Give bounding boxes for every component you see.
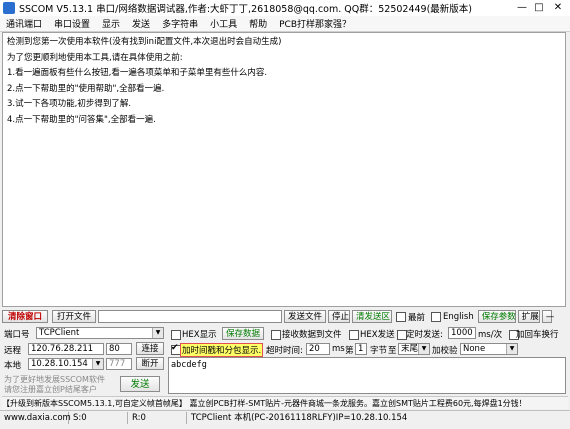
port-select-value: TCPClient bbox=[39, 328, 80, 338]
title-bar: SSCOM V5.13.1 串口/网络数据调试器,作者:大虾丁丁,2618058… bbox=[0, 0, 570, 16]
checksum-select[interactable]: None ▼ bbox=[460, 343, 518, 355]
save-params-button[interactable]: 保存参数 bbox=[477, 310, 516, 323]
timeout-unit-label: ms bbox=[332, 344, 345, 354]
menu-display[interactable]: 显示 bbox=[96, 17, 126, 30]
recv-to-file-checkbox[interactable] bbox=[271, 330, 281, 340]
clear-window-button[interactable]: 清除窗口 bbox=[2, 310, 48, 323]
save-data-button[interactable]: 保存数据 bbox=[222, 327, 264, 340]
port-label: 端口号 bbox=[4, 330, 30, 340]
remote-ip-input[interactable]: 120.76.28.211 bbox=[28, 343, 104, 355]
byte-label: 字节 bbox=[370, 346, 388, 356]
timed-interval-input[interactable]: 1000 bbox=[448, 327, 476, 339]
timed-send-label: 定时发送: bbox=[406, 330, 443, 340]
remote-port-input[interactable]: 80 bbox=[106, 343, 132, 355]
chevron-down-icon: ▼ bbox=[152, 328, 163, 338]
status-connection: TCPClient 本机(PC-20161118RLFY)IP=10.28.10… bbox=[191, 413, 408, 423]
promo-banner[interactable]: 【升级到新版本SSCOM5.13.1,可自定义帧首帧尾】 嘉立创PCB打样-SM… bbox=[2, 396, 568, 409]
menu-bar: 通讯端口 串口设置 显示 发送 多字符串 小工具 帮助 PCB打样那家强？ bbox=[0, 16, 570, 32]
local-ip-value: 10.28.10.154 bbox=[31, 359, 88, 369]
checksum-label: 加校验 bbox=[432, 346, 458, 356]
maximize-button[interactable]: □ bbox=[531, 0, 547, 16]
menu-help[interactable]: 帮助 bbox=[243, 17, 273, 30]
status-website[interactable]: www.daxia.com bbox=[0, 412, 71, 424]
output-line: 1.看一遍面板有些什么按钮,看一遍各项菜单和子菜单里有些什么内容. bbox=[7, 68, 268, 78]
chevron-down-icon: ▼ bbox=[506, 344, 517, 354]
status-recv-count: R:0 bbox=[128, 412, 187, 424]
hex-display-label: HEX显示 bbox=[182, 330, 217, 340]
output-line: 2.点一下帮助里的"使用帮助",全部看一遍. bbox=[7, 83, 165, 94]
checksum-select-value: None bbox=[463, 344, 486, 354]
receive-output-area[interactable]: 检测到您第一次使用本软件(没有找到ini配置文件,本次退出时会自动生成) 为了您… bbox=[2, 32, 566, 307]
file-path-input[interactable] bbox=[98, 310, 282, 323]
output-line: 3.试一下各项功能,初步得到了解. bbox=[7, 99, 132, 109]
output-line: 4.点一下帮助里的"问答集",全部看一遍. bbox=[7, 114, 156, 125]
app-icon bbox=[3, 2, 15, 14]
register-hint-line2: 请您注册嘉立创P结尾客户 bbox=[4, 385, 97, 394]
local-port-input[interactable]: 777 bbox=[106, 358, 132, 370]
window-title: SSCOM V5.13.1 串口/网络数据调试器,作者:大虾丁丁,2618058… bbox=[19, 4, 473, 15]
hex-send-checkbox[interactable] bbox=[349, 330, 359, 340]
file-toolbar: 清除窗口 打开文件 发送文件 停止 清发送区 最前 English 保存参数 扩… bbox=[2, 309, 568, 324]
menu-comm-port[interactable]: 通讯端口 bbox=[0, 17, 48, 30]
hex-send-label: HEX发送 bbox=[360, 330, 395, 340]
to-label: 至 bbox=[388, 346, 397, 356]
end-select-value: 末尾 bbox=[401, 344, 419, 354]
timeout-label: 超时时间: bbox=[266, 346, 303, 356]
front-checkbox[interactable] bbox=[396, 311, 406, 322]
english-checkbox[interactable] bbox=[431, 311, 442, 322]
send-button[interactable]: 发送 bbox=[120, 376, 160, 392]
add-crlf-label: 加回车换行 bbox=[516, 330, 559, 340]
timestamp-label: 加时间戳和分包显示. bbox=[180, 343, 264, 357]
expand-button[interactable]: 扩展 bbox=[517, 310, 540, 323]
disconnect-button[interactable]: 断开 bbox=[136, 357, 164, 370]
close-button[interactable]: ✕ bbox=[550, 0, 566, 16]
remote-label: 远程 bbox=[4, 346, 22, 356]
local-label: 本地 bbox=[4, 361, 22, 371]
end-select[interactable]: 末尾 ▼ bbox=[398, 343, 430, 355]
chevron-down-icon: ▼ bbox=[418, 344, 429, 354]
port-select[interactable]: TCPClient ▼ bbox=[36, 327, 164, 339]
output-line: 为了您更顺利地使用本工具,请在具体使用之前: bbox=[7, 52, 183, 63]
status-sent-count: S:0 bbox=[69, 412, 128, 424]
front-label: 最前 bbox=[408, 312, 426, 323]
hex-display-checkbox[interactable] bbox=[171, 330, 181, 340]
collapse-button[interactable]: — bbox=[541, 310, 554, 323]
menu-pcb-ad[interactable]: PCB打样那家强？ bbox=[273, 17, 357, 30]
timed-unit-label: ms/次 bbox=[478, 330, 503, 340]
menu-multi-string[interactable]: 多字符串 bbox=[156, 17, 204, 30]
byte-index-input[interactable]: 1 bbox=[355, 343, 367, 355]
minimize-button[interactable]: — bbox=[514, 0, 530, 16]
english-label: English bbox=[443, 311, 474, 322]
stop-button[interactable]: 停止 bbox=[328, 310, 350, 323]
recv-to-file-label: 接收数据到文件 bbox=[282, 330, 342, 340]
send-file-button[interactable]: 发送文件 bbox=[284, 310, 326, 323]
send-textarea[interactable]: abcdefg bbox=[168, 357, 566, 394]
status-bar: www.daxia.com S:0 R:0 TCPClient 本机(PC-20… bbox=[0, 410, 570, 425]
open-file-button[interactable]: 打开文件 bbox=[52, 310, 96, 323]
byte-prefix-label: 第 bbox=[345, 346, 354, 356]
connect-button[interactable]: 连接 bbox=[136, 342, 164, 355]
chevron-down-icon: ▼ bbox=[92, 359, 103, 369]
output-line: 检测到您第一次使用本软件(没有找到ini配置文件,本次退出时会自动生成) bbox=[7, 37, 282, 47]
menu-tools[interactable]: 小工具 bbox=[204, 17, 243, 30]
local-ip-select[interactable]: 10.28.10.154 ▼ bbox=[28, 358, 104, 370]
timeout-input[interactable]: 20 bbox=[306, 343, 330, 355]
clear-send-button[interactable]: 清发送区 bbox=[352, 310, 392, 323]
promo-banner-text: 【升级到新版本SSCOM5.13.1,可自定义帧首帧尾】 嘉立创PCB打样-SM… bbox=[2, 398, 527, 408]
menu-send[interactable]: 发送 bbox=[126, 17, 156, 30]
menu-serial-settings[interactable]: 串口设置 bbox=[48, 17, 96, 30]
app-window: SSCOM V5.13.1 串口/网络数据调试器,作者:大虾丁丁,2618058… bbox=[0, 0, 570, 429]
